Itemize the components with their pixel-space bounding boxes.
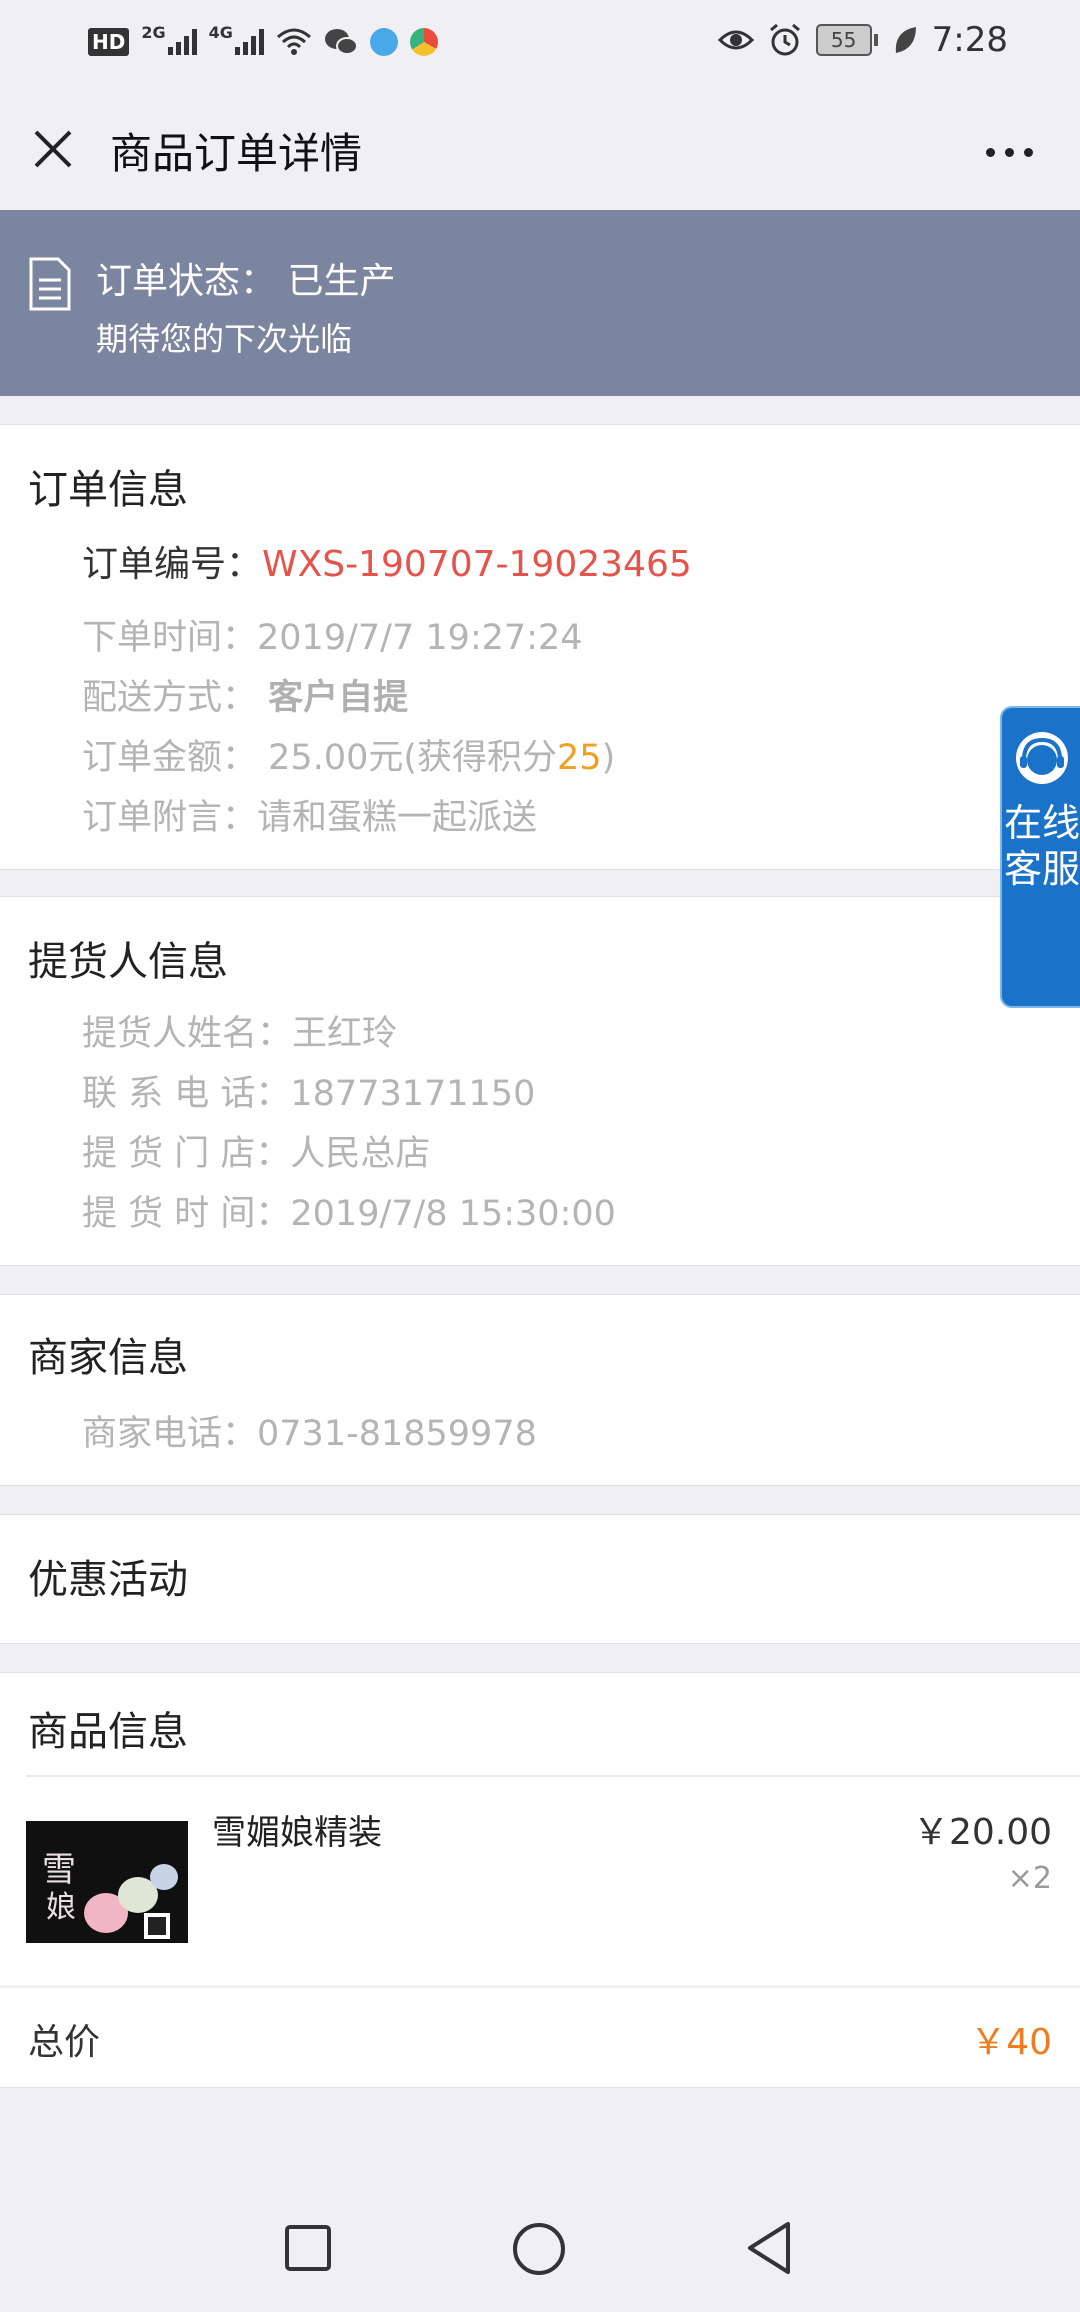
signal-icon [167,29,197,55]
app-icon-blue [369,28,398,56]
home-button[interactable] [512,2222,566,2276]
battery-icon: 55 [815,24,878,56]
note-row: 订单附言：请和蛋糕一起派送 [82,789,537,840]
product-quantity: ×2 [1007,1861,1052,1896]
merchant-phone-row: 商家电话：0731-81859978 [82,1405,537,1456]
wifi-icon [276,28,311,55]
merchant-phone-label: 商家电话： [82,1414,258,1454]
pickup-name-label: 提货人姓名： [82,1014,293,1054]
order-status-label: 订单状态： [96,261,277,302]
points-value: 25 [557,738,602,778]
battery-level: 55 [815,24,872,56]
order-number[interactable]: WXS-190707-19023465 [262,544,692,585]
pickup-info-card: 提货人信息 提货人姓名：王红玲 联 系 电 话：18773171150 提 货 … [0,896,1080,1266]
online-service-button[interactable]: 在线客服 [1000,706,1080,1008]
delivery-method: 客户自提 [268,678,409,718]
title-bar: 商品订单详情 [0,80,1080,210]
points-prefix: (获得积分 [403,738,558,778]
amount-label: 订单金额： [82,738,258,778]
page-title: 商品订单详情 [110,129,363,178]
order-time: 2019/7/7 19:27:24 [257,618,583,658]
pickup-time: 2019/7/8 15:30:00 [290,1194,616,1234]
pickup-time-row: 提 货 时 间：2019/7/8 15:30:00 [82,1185,616,1236]
amount-row: 订单金额： 25.00元(获得积分25) [82,729,615,780]
pickup-store-row: 提 货 门 店：人民总店 [82,1125,430,1176]
delivery-row: 配送方式： 客户自提 [82,669,408,720]
document-icon [29,257,71,311]
eye-icon [717,30,754,50]
pickup-time-label: 提 货 时 间： [82,1194,291,1234]
order-status: 订单状态： 已生产 [96,252,395,304]
customer-service-icon [1016,732,1068,784]
back-button[interactable] [744,2220,794,2276]
product-image: 雪 娘 [26,1821,188,1943]
order-time-row: 下单时间：2019/7/7 19:27:24 [82,609,583,660]
order-info-title: 订单信息 [28,467,188,513]
order-status-subtitle: 期待您的下次光临 [96,320,353,358]
pickup-phone[interactable]: 18773171150 [290,1074,535,1114]
status-bar-left: HD 2G 4G [88,22,438,62]
more-options-button[interactable] [974,132,1044,172]
product-info-title: 商品信息 [28,1709,188,1755]
order-info-card: 订单信息 订单编号：WXS-190707-19023465 下单时间：2019/… [0,424,1080,870]
app-icon-colorful [409,28,438,56]
wechat-icon [324,29,358,55]
order-status-banner: 订单状态： 已生产 期待您的下次光临 [0,210,1080,396]
order-status-value: 已生产 [287,261,396,302]
merchant-info-title: 商家信息 [28,1335,188,1381]
status-bar: HD 2G 4G 55 7:28 [0,0,1080,80]
network-type-2: 4G [208,22,233,42]
order-number-label: 订单编号： [82,544,263,585]
pickup-store: 人民总店 [290,1134,431,1174]
points-suffix: ) [601,738,616,778]
leaf-icon [895,27,916,53]
svg-text:娘: 娘 [46,1890,76,1925]
pickup-store-label: 提 货 门 店： [82,1134,291,1174]
note-label: 订单附言： [82,798,258,838]
product-info-card: 商品信息 雪 娘 雪媚娘精装 ￥20.00 ×2 总价 ￥40 [0,1672,1080,2088]
divider [0,1985,1080,1988]
pickup-info-title: 提货人信息 [28,939,228,985]
order-amount: 25.00元 [268,738,404,778]
hd-badge: HD [88,28,130,56]
clock: 7:28 [931,20,1008,60]
recent-apps-button[interactable] [284,2224,332,2272]
more-icon [985,147,995,157]
online-service-label: 在线客服 [1003,801,1080,891]
pickup-name-row: 提货人姓名：王红玲 [82,1005,397,1056]
product-item[interactable]: 雪 娘 雪媚娘精装 ￥20.00 ×2 [0,1777,1080,1955]
close-icon [34,130,72,168]
product-name: 雪媚娘精装 [212,1813,382,1853]
total-label: 总价 [28,2022,101,2063]
svg-text:雪: 雪 [42,1850,76,1890]
pickup-phone-row: 联 系 电 话：18773171150 [82,1065,535,1116]
alarm-icon [769,23,800,56]
delivery-label: 配送方式： [82,678,258,718]
close-button[interactable] [22,118,84,180]
promotion-card: 优惠活动 [0,1514,1080,1644]
status-bar-right: 55 7:28 [717,18,1008,62]
order-time-label: 下单时间： [82,618,258,658]
promotion-title: 优惠活动 [28,1557,188,1603]
navigation-bar [0,2172,1080,2312]
merchant-phone[interactable]: 0731-81859978 [257,1414,537,1454]
pickup-phone-label: 联 系 电 话： [82,1074,291,1114]
merchant-info-card: 商家信息 商家电话：0731-81859978 [0,1294,1080,1486]
product-price: ￥20.00 [912,1812,1052,1853]
order-note: 请和蛋糕一起派送 [257,798,538,838]
network-type-1: 2G [141,22,166,42]
total-price: ￥40 [970,2022,1052,2063]
order-number-row: 订单编号：WXS-190707-19023465 [82,535,692,587]
signal-icon-2 [234,29,264,55]
pickup-name: 王红玲 [292,1014,398,1054]
